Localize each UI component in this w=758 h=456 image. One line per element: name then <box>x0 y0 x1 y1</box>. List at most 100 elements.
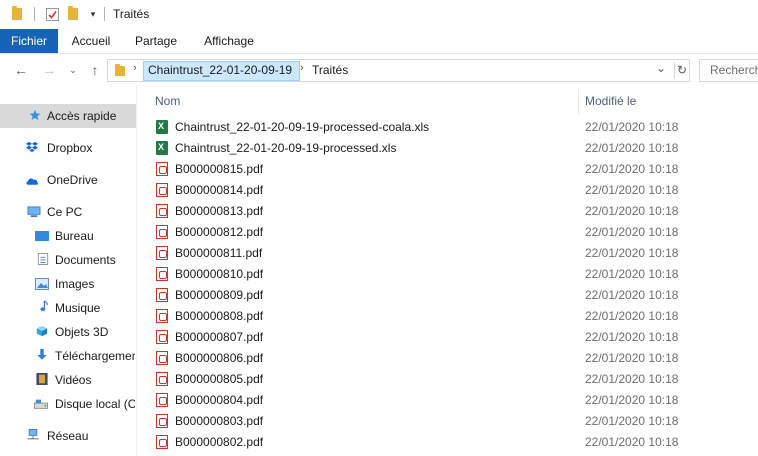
sidebar-item-dropbox[interactable]: Dropbox <box>0 136 136 160</box>
file-row[interactable]: B000000806.pdf 22/01/2020 10:18 <box>137 348 758 369</box>
file-name: B000000812.pdf <box>175 225 264 239</box>
search-placeholder: Rechercher <box>710 63 758 77</box>
sidebar-item-label: Accès rapide <box>47 109 117 123</box>
sidebar-item-documents[interactable]: Documents <box>0 248 136 272</box>
file-row[interactable]: B000000808.pdf 22/01/2020 10:18 <box>137 306 758 327</box>
file-name: B000000810.pdf <box>175 267 264 281</box>
sidebar-item-disque-local[interactable]: Disque local (C:) <box>0 392 136 416</box>
sidebar-item-bureau[interactable]: Bureau <box>0 224 136 248</box>
disk-icon <box>34 399 48 409</box>
sidebar-item-ce-pc[interactable]: Ce PC <box>0 200 136 224</box>
pdf-file-icon <box>156 267 168 281</box>
chevron-right-icon[interactable]: › <box>300 62 304 74</box>
refresh-icon[interactable]: ↻ <box>674 62 689 78</box>
new-folder-icon[interactable] <box>66 6 80 22</box>
file-modified-date: 22/01/2020 10:18 <box>585 183 679 197</box>
sidebar-item-onedrive[interactable]: OneDrive <box>0 168 136 192</box>
file-name: B000000809.pdf <box>175 288 264 302</box>
file-row[interactable]: B000000814.pdf 22/01/2020 10:18 <box>137 180 758 201</box>
file-name: B000000814.pdf <box>175 183 264 197</box>
sidebar-item-videos[interactable]: Vidéos <box>0 368 136 392</box>
sidebar-item-musique[interactable]: Musique <box>0 296 136 320</box>
search-input[interactable]: Rechercher <box>699 59 758 82</box>
title-bar: ▾ Traités <box>0 0 758 29</box>
sidebar-item-reseau[interactable]: Réseau <box>0 424 136 448</box>
file-name: B000000806.pdf <box>175 351 264 365</box>
file-name: Chaintrust_22-01-20-09-19-processed-coal… <box>175 120 430 134</box>
tab-accueil[interactable]: Accueil <box>66 29 116 53</box>
pdf-file-icon <box>156 246 168 260</box>
cloud-icon <box>26 178 39 185</box>
file-row[interactable]: B000000804.pdf 22/01/2020 10:18 <box>137 390 758 411</box>
forward-icon[interactable]: → <box>40 62 58 78</box>
file-modified-date: 22/01/2020 10:18 <box>585 246 679 260</box>
back-icon[interactable]: ← <box>12 62 30 78</box>
pdf-file-icon <box>156 330 168 344</box>
videos-icon <box>36 373 48 385</box>
file-row[interactable]: B000000812.pdf 22/01/2020 10:18 <box>137 222 758 243</box>
file-name: B000000804.pdf <box>175 393 264 407</box>
recent-locations-icon[interactable]: ⌄ <box>64 62 82 78</box>
objects3d-icon <box>36 325 48 337</box>
file-row[interactable]: Chaintrust_22-01-20-09-19-processed.xls 2… <box>137 138 758 159</box>
file-name: B000000811.pdf <box>175 246 263 260</box>
pdf-file-icon <box>156 435 168 449</box>
file-row[interactable]: B000000815.pdf 22/01/2020 10:18 <box>137 159 758 180</box>
folder-icon <box>115 64 125 76</box>
column-headers: Nom Modifié le <box>137 86 758 116</box>
tab-affichage[interactable]: Affichage <box>198 29 260 53</box>
file-name: B000000805.pdf <box>175 372 264 386</box>
customize-quick-access-icon[interactable]: ▾ <box>88 6 98 22</box>
breadcrumb-item[interactable]: Chaintrust_22-01-20-09-19 <box>148 63 292 77</box>
up-icon[interactable]: ↑ <box>86 62 104 78</box>
file-row[interactable]: B000000807.pdf 22/01/2020 10:18 <box>137 327 758 348</box>
sidebar-item-label: Téléchargements <box>55 349 135 363</box>
chevron-right-icon[interactable]: › <box>133 62 137 74</box>
sidebar-item-telechargements[interactable]: Téléchargements <box>0 344 136 368</box>
sidebar-item-objets-3d[interactable]: Objets 3D <box>0 320 136 344</box>
file-row[interactable]: B000000802.pdf 22/01/2020 10:18 <box>137 432 758 453</box>
file-modified-date: 22/01/2020 10:18 <box>585 435 679 449</box>
file-modified-date: 22/01/2020 10:18 <box>585 393 679 407</box>
file-row[interactable]: B000000803.pdf 22/01/2020 10:18 <box>137 411 758 432</box>
file-name: B000000807.pdf <box>175 330 264 344</box>
sidebar-item-label: Images <box>55 277 95 291</box>
file-modified-date: 22/01/2020 10:18 <box>585 204 679 218</box>
sidebar-item-label: Dropbox <box>47 141 93 155</box>
dropbox-icon <box>26 141 38 153</box>
file-row[interactable]: B000000811.pdf 22/01/2020 10:18 <box>137 243 758 264</box>
file-modified-date: 22/01/2020 10:18 <box>585 414 679 428</box>
column-header-modified[interactable]: Modifié le <box>585 94 636 108</box>
download-icon <box>37 349 47 360</box>
sidebar-item-images[interactable]: Images <box>0 272 136 296</box>
sidebar-item-acces-rapide[interactable]: Accès rapide <box>0 104 136 128</box>
column-header-name[interactable]: Nom <box>155 94 180 108</box>
pdf-file-icon <box>156 204 168 218</box>
sidebar-item-label: Bureau <box>55 229 94 243</box>
folder-icon[interactable] <box>10 6 24 22</box>
file-row[interactable]: Chaintrust_22-01-20-09-19-processed-coal… <box>137 117 758 138</box>
column-divider[interactable] <box>578 90 579 114</box>
file-row[interactable]: B000000805.pdf 22/01/2020 10:18 <box>137 369 758 390</box>
sidebar-item-label: Réseau <box>47 429 89 443</box>
music-icon <box>40 300 49 312</box>
breadcrumb-item[interactable]: Traités <box>312 63 348 77</box>
desktop-icon <box>35 231 49 241</box>
images-icon <box>35 278 49 290</box>
file-row[interactable]: B000000810.pdf 22/01/2020 10:18 <box>137 264 758 285</box>
file-modified-date: 22/01/2020 10:18 <box>585 309 679 323</box>
sidebar-item-label: Ce PC <box>47 205 83 219</box>
address-bar[interactable]: › Chaintrust_22-01-20-09-19 › Traités ⌄ … <box>107 59 690 82</box>
properties-icon[interactable] <box>45 6 59 22</box>
tab-partage[interactable]: Partage <box>130 29 182 53</box>
chevron-down-icon[interactable]: ⌄ <box>656 61 666 75</box>
file-modified-date: 22/01/2020 10:18 <box>585 288 679 302</box>
file-row[interactable]: B000000813.pdf 22/01/2020 10:18 <box>137 201 758 222</box>
pdf-file-icon <box>156 309 168 323</box>
tab-fichier[interactable]: Fichier <box>0 29 58 53</box>
file-name: B000000813.pdf <box>175 204 264 218</box>
pdf-file-icon <box>156 183 168 197</box>
pdf-file-icon <box>156 288 168 302</box>
file-row[interactable]: B000000809.pdf 22/01/2020 10:18 <box>137 285 758 306</box>
file-modified-date: 22/01/2020 10:18 <box>585 330 679 344</box>
